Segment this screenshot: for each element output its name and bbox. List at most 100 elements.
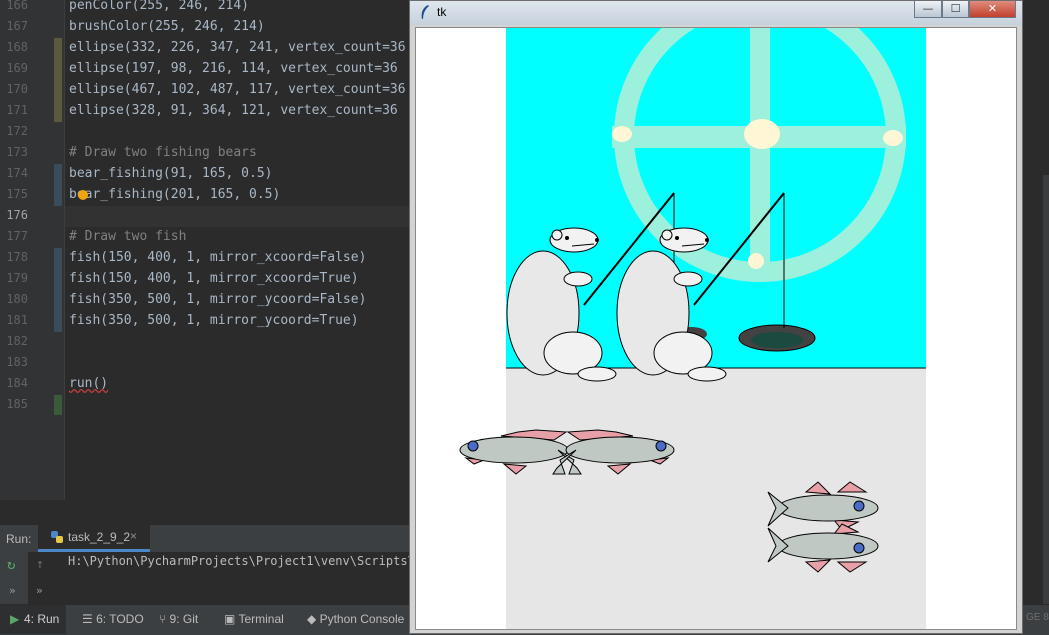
tab-terminal-label: Terminal: [238, 612, 284, 626]
tab-todo[interactable]: ☰ 6: TODO: [82, 612, 144, 626]
bear-ear: [661, 229, 673, 241]
code-line[interactable]: fish(350, 500, 1, mirror_ycoord=False): [69, 289, 366, 310]
sun-disc: [748, 253, 764, 269]
editor-gutter: 166 167 168 169 170 171 172 173 174 175 …: [0, 0, 65, 500]
bear-ear: [551, 229, 563, 241]
change-marker: [54, 164, 62, 206]
line-number: 170: [6, 82, 28, 96]
line-number: 173: [6, 145, 28, 159]
close-icon[interactable]: ×: [130, 529, 137, 543]
tab-run-label: 4: Run: [24, 612, 60, 626]
bear-eye: [565, 236, 569, 240]
run-label: Run:: [6, 532, 32, 546]
terminal-icon: ▣: [224, 612, 239, 626]
bear-eye: [675, 236, 679, 240]
code-line[interactable]: bear_fishing(201, 165, 0.5): [69, 184, 280, 205]
line-number: 184: [6, 376, 28, 390]
line-number: 167: [6, 19, 28, 33]
line-number: 168: [6, 40, 28, 54]
run-toolbar: Run: task_2_9_2 ×: [0, 524, 410, 553]
python-console-icon: ◆: [307, 612, 320, 626]
change-marker: [54, 395, 62, 415]
bear-arm: [673, 271, 703, 287]
code-line[interactable]: penColor(255, 246, 214): [69, 0, 249, 16]
change-marker: [54, 38, 62, 122]
more-icon[interactable]: »: [9, 584, 16, 597]
lightbulb-icon[interactable]: [78, 190, 88, 200]
feather-icon: [418, 4, 432, 20]
sun-ray-vertical: [750, 28, 770, 273]
sun-disc: [744, 119, 780, 149]
line-number: 185: [6, 397, 28, 411]
code-line[interactable]: run(): [69, 373, 108, 394]
tab-git[interactable]: ⑂ 9: Git: [159, 612, 198, 626]
list-icon: ☰: [82, 612, 97, 626]
tab-python-console-label: Python Console: [319, 612, 405, 626]
run-console: H:\Python\PycharmProjects\Project1\venv\…: [0, 552, 422, 604]
close-button[interactable]: ✕: [969, 1, 1016, 18]
tab-run[interactable]: ▶ 4: Run: [0, 605, 66, 634]
git-icon: ⑂: [159, 612, 170, 626]
console-output: H:\Python\PycharmProjects\Project1\venv\…: [68, 554, 423, 568]
fish-eye: [853, 500, 865, 512]
line-number: 175: [6, 187, 28, 201]
python-icon: [50, 530, 64, 544]
tab-terminal[interactable]: ▣ Terminal: [224, 612, 284, 626]
change-marker: [54, 248, 62, 332]
line-number: 178: [6, 250, 28, 264]
code-line[interactable]: bear_fishing(91, 165, 0.5): [69, 163, 273, 184]
bear-nose: [595, 238, 599, 242]
line-number: 183: [6, 355, 28, 369]
code-line[interactable]: ellipse(328, 91, 364, 121, vertex_count=…: [69, 100, 398, 121]
minimize-button[interactable]: —: [914, 1, 942, 18]
run-tab-label: task_2_9_2: [68, 530, 131, 544]
fish-eye: [853, 542, 865, 554]
code-comment[interactable]: # Draw two fish: [69, 226, 186, 247]
code-line[interactable]: fish(150, 400, 1, mirror_xcoord=True): [69, 268, 359, 289]
more-icon[interactable]: »: [36, 584, 43, 597]
arrow-up-icon[interactable]: ↑: [36, 557, 44, 572]
tab-python-console[interactable]: ◆ Python Console: [307, 612, 404, 626]
tk-canvas[interactable]: [415, 0, 1017, 630]
maximize-button[interactable]: ☐: [942, 1, 969, 18]
code-line[interactable]: ellipse(197, 98, 216, 114, vertex_count=…: [69, 58, 398, 79]
editor-right-edge: [1023, 0, 1049, 604]
code-line[interactable]: brushColor(255, 246, 214): [69, 16, 265, 37]
editor-scrollbar[interactable]: [1043, 175, 1049, 604]
ice-hole-water: [751, 332, 803, 348]
title-bar[interactable]: tk — ☐ ✕: [410, 1, 1022, 25]
line-number: 177: [6, 229, 28, 243]
drawing: [459, 0, 926, 629]
bear-arm: [563, 271, 593, 287]
status-text: GE 8: [1026, 612, 1049, 623]
code-line[interactable]: ellipse(332, 226, 347, 241, vertex_count…: [69, 37, 406, 58]
code-line[interactable]: ellipse(467, 102, 487, 117, vertex_count…: [69, 79, 406, 100]
line-number: 172: [6, 124, 28, 138]
line-number: 179: [6, 271, 28, 285]
bear-foot: [687, 366, 727, 382]
current-line-highlight: [64, 206, 409, 227]
line-number: 169: [6, 61, 28, 75]
bear-nose: [705, 238, 709, 242]
fish-eye: [467, 440, 479, 452]
line-number: 180: [6, 292, 28, 306]
fish-eye: [655, 440, 667, 452]
tk-window: tk — ☐ ✕: [409, 0, 1023, 634]
line-number: 171: [6, 103, 28, 117]
sun-disc: [883, 130, 903, 146]
sun-disc: [612, 126, 632, 142]
line-number: 176: [6, 208, 28, 222]
window-title: tk: [437, 5, 447, 19]
code-line[interactable]: fish(350, 500, 1, mirror_ycoord=True): [69, 310, 359, 331]
play-icon: ▶: [10, 612, 20, 626]
code-comment[interactable]: # Draw two fishing bears: [69, 142, 257, 163]
tab-todo-label: 6: TODO: [96, 612, 144, 626]
code-line[interactable]: fish(150, 400, 1, mirror_xcoord=False): [69, 247, 366, 268]
line-number: 174: [6, 166, 28, 180]
tab-git-label: 9: Git: [169, 612, 199, 626]
run-side-tools: ↻ »: [0, 552, 28, 604]
line-number: 182: [6, 334, 28, 348]
run-tab[interactable]: task_2_9_2 ×: [38, 525, 150, 552]
rerun-icon[interactable]: ↻: [7, 557, 15, 573]
line-number: 181: [6, 313, 28, 327]
